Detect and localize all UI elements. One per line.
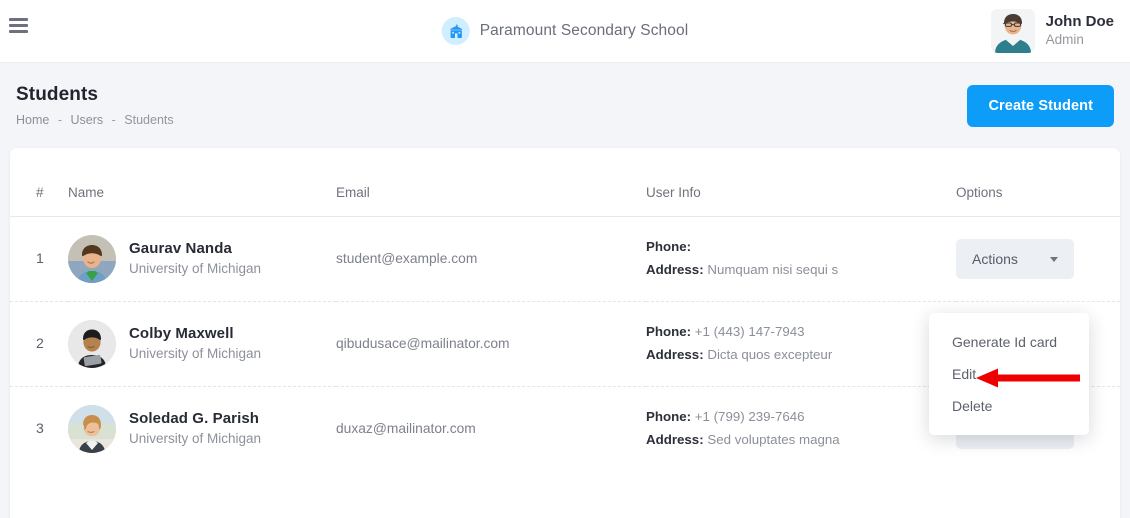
actions-button-label: Actions xyxy=(972,251,1018,267)
phone-label: Phone: xyxy=(646,239,692,255)
brand-name: Paramount Secondary School xyxy=(479,22,689,39)
row-number: 2 xyxy=(36,335,44,351)
student-email: duxaz@mailinator.com xyxy=(336,421,476,436)
row-number: 3 xyxy=(36,420,44,436)
profile-menu[interactable]: John Doe Admin xyxy=(990,9,1114,53)
row-number: 1 xyxy=(36,250,44,266)
column-header-options: Options xyxy=(956,148,1120,217)
avatar xyxy=(68,405,116,453)
breadcrumb-item-home[interactable]: Home xyxy=(16,113,49,127)
address-label: Address: xyxy=(646,347,704,362)
avatar xyxy=(990,9,1035,53)
student-name: Gaurav Nanda xyxy=(129,240,232,258)
student-address-line: Address: Numquam nisi sequi s xyxy=(646,259,956,282)
student-email: student@example.com xyxy=(336,251,478,266)
page-header: Students Home - Users - Students Create … xyxy=(0,63,1130,148)
table-row: 1 Gaurav Nanda University of Michigan st… xyxy=(10,216,1120,302)
breadcrumb: Home - Users - Students xyxy=(16,113,174,127)
avatar xyxy=(68,235,116,283)
brand: Paramount Secondary School xyxy=(441,17,689,45)
address-value: Dicta quos excepteur xyxy=(707,347,833,362)
column-header-name: Name xyxy=(68,148,336,217)
hamburger-icon[interactable] xyxy=(9,18,28,33)
profile-role: Admin xyxy=(1045,31,1084,47)
address-value: Sed voluptates magna xyxy=(707,432,840,447)
student-address-line: Address: Sed voluptates magna xyxy=(646,429,956,452)
table-header-row: # Name Email User Info Options xyxy=(10,148,1120,217)
student-identity: Gaurav Nanda University of Michigan xyxy=(68,235,336,283)
student-school: University of Michigan xyxy=(129,345,262,361)
student-identity: Colby Maxwell University of Michigan xyxy=(68,320,336,368)
menu-item-generate-id-card[interactable]: Generate Id card xyxy=(929,326,1089,358)
actions-button[interactable]: Actions xyxy=(956,239,1074,279)
column-header-info: User Info xyxy=(646,148,956,217)
page-title: Students xyxy=(16,84,99,105)
avatar xyxy=(68,320,116,368)
student-phone-line: Phone: xyxy=(646,236,956,259)
student-identity: Soledad G. Parish University of Michigan xyxy=(68,405,336,453)
column-header-email: Email xyxy=(336,148,646,217)
school-icon xyxy=(441,17,470,45)
chevron-down-icon xyxy=(1050,256,1058,262)
student-school: University of Michigan xyxy=(129,430,262,446)
phone-value: +1 (799) 239-7646 xyxy=(694,409,805,425)
student-name-block: Gaurav Nanda University of Michigan xyxy=(129,239,261,278)
student-email: qibudusace@mailinator.com xyxy=(336,336,510,351)
create-student-button[interactable]: Create Student xyxy=(967,84,1114,127)
breadcrumb-separator: - xyxy=(111,113,116,127)
page-header-left: Students Home - Users - Students xyxy=(16,84,174,127)
student-name-block: Soledad G. Parish University of Michigan xyxy=(129,409,261,448)
menu-item-delete[interactable]: Delete xyxy=(929,390,1089,422)
column-header-num: # xyxy=(10,148,68,217)
student-phone-line: Phone: +1 (443) 147-7943 xyxy=(646,321,956,344)
hamburger-bar xyxy=(9,24,28,27)
address-label: Address: xyxy=(646,262,704,277)
profile-text: John Doe Admin xyxy=(1046,13,1114,49)
address-value: Numquam nisi sequi s xyxy=(707,262,839,277)
actions-dropdown-menu: Generate Id card Edit Delete xyxy=(929,313,1089,435)
phone-value: +1 (443) 147-7943 xyxy=(694,324,805,340)
top-navbar: Paramount Secondary School John Doe Admi… xyxy=(0,0,1130,63)
hamburger-bar xyxy=(9,30,28,33)
phone-label: Phone: xyxy=(646,409,692,425)
student-school: University of Michigan xyxy=(129,260,262,276)
student-name-block: Colby Maxwell University of Michigan xyxy=(129,324,261,363)
hamburger-bar xyxy=(9,18,28,21)
student-name: Colby Maxwell xyxy=(129,325,234,343)
table-head: # Name Email User Info Options xyxy=(10,148,1120,217)
breadcrumb-item-users[interactable]: Users xyxy=(70,113,103,127)
student-address-line: Address: Dicta quos excepteur xyxy=(646,344,956,367)
profile-name: John Doe xyxy=(1045,13,1114,31)
student-phone-line: Phone: +1 (799) 239-7646 xyxy=(646,406,956,429)
breadcrumb-item-students[interactable]: Students xyxy=(124,113,173,127)
student-name: Soledad G. Parish xyxy=(129,410,260,428)
address-label: Address: xyxy=(646,432,704,447)
menu-item-edit[interactable]: Edit xyxy=(929,358,1089,390)
phone-label: Phone: xyxy=(646,324,692,340)
breadcrumb-separator: - xyxy=(57,113,62,127)
